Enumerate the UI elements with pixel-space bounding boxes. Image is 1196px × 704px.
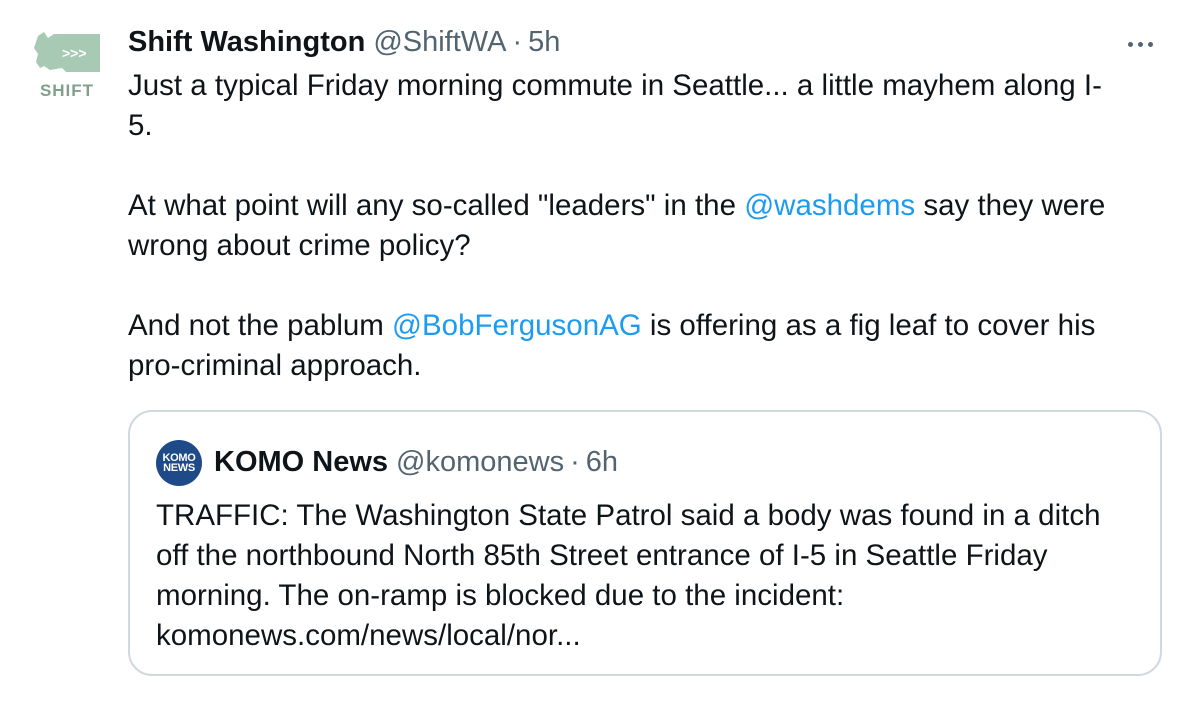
mention-link-bobfergusonag[interactable]: @BobFergusonAG — [392, 309, 642, 342]
tweet-timestamp[interactable]: 5h — [528, 26, 560, 59]
washington-state-map-icon: >>> SHIFT — [34, 32, 100, 100]
quoted-tweet-timestamp[interactable]: 6h — [586, 446, 618, 479]
quoted-tweet[interactable]: KOMO NEWS KOMO News @komonews · 6h TRAFF… — [128, 410, 1162, 676]
quoted-tweet-text: TRAFFIC: The Washington State Patrol sai… — [156, 496, 1146, 656]
tweet-line: wrong about crime policy? — [128, 229, 471, 262]
komo-avatar-line2: NEWS — [163, 462, 195, 474]
quoted-author-handle[interactable]: @komonews — [396, 446, 564, 479]
quoted-tweet-line: off the northbound North 85th Street ent… — [156, 539, 1048, 572]
quoted-tweet-header: KOMO News @komonews · 6h — [214, 442, 618, 482]
author-display-name[interactable]: Shift Washington — [128, 26, 365, 59]
tweet[interactable]: >>> SHIFT Shift Washington @ShiftWA · 5h… — [0, 0, 1196, 704]
svg-text:>>>: >>> — [62, 45, 87, 61]
mention-link-washdems[interactable]: @washdems — [744, 189, 915, 222]
tweet-line: Just a typical Friday morning commute in… — [128, 69, 1102, 102]
quoted-tweet-link[interactable]: komonews.com/news/local/nor... — [156, 616, 1146, 656]
tweet-header: Shift Washington @ShiftWA · 5h — [128, 22, 560, 62]
tweet-line: 5. — [128, 109, 153, 142]
more-horizontal-icon — [1127, 41, 1133, 47]
separator: · — [512, 25, 523, 58]
separator: · — [570, 445, 580, 478]
tweet-line: pro-criminal approach. — [128, 349, 422, 382]
author-avatar[interactable]: >>> SHIFT — [26, 22, 108, 104]
quoted-tweet-line: TRAFFIC: The Washington State Patrol sai… — [156, 499, 1101, 532]
tweet-line: And not the pablum @BobFergusonAG is off… — [128, 309, 1096, 342]
komo-news-avatar[interactable]: KOMO NEWS — [156, 440, 202, 486]
avatar-label: SHIFT — [40, 81, 94, 100]
author-handle[interactable]: @ShiftWA — [373, 26, 506, 59]
tweet-text: Just a typical Friday morning commute in… — [128, 66, 1168, 386]
quoted-tweet-line: morning. The on-ramp is blocked due to t… — [156, 579, 845, 612]
tweet-line: At what point will any so-called "leader… — [128, 189, 1106, 222]
more-options-button[interactable] — [1120, 28, 1160, 60]
quoted-author-display-name[interactable]: KOMO News — [214, 446, 388, 479]
